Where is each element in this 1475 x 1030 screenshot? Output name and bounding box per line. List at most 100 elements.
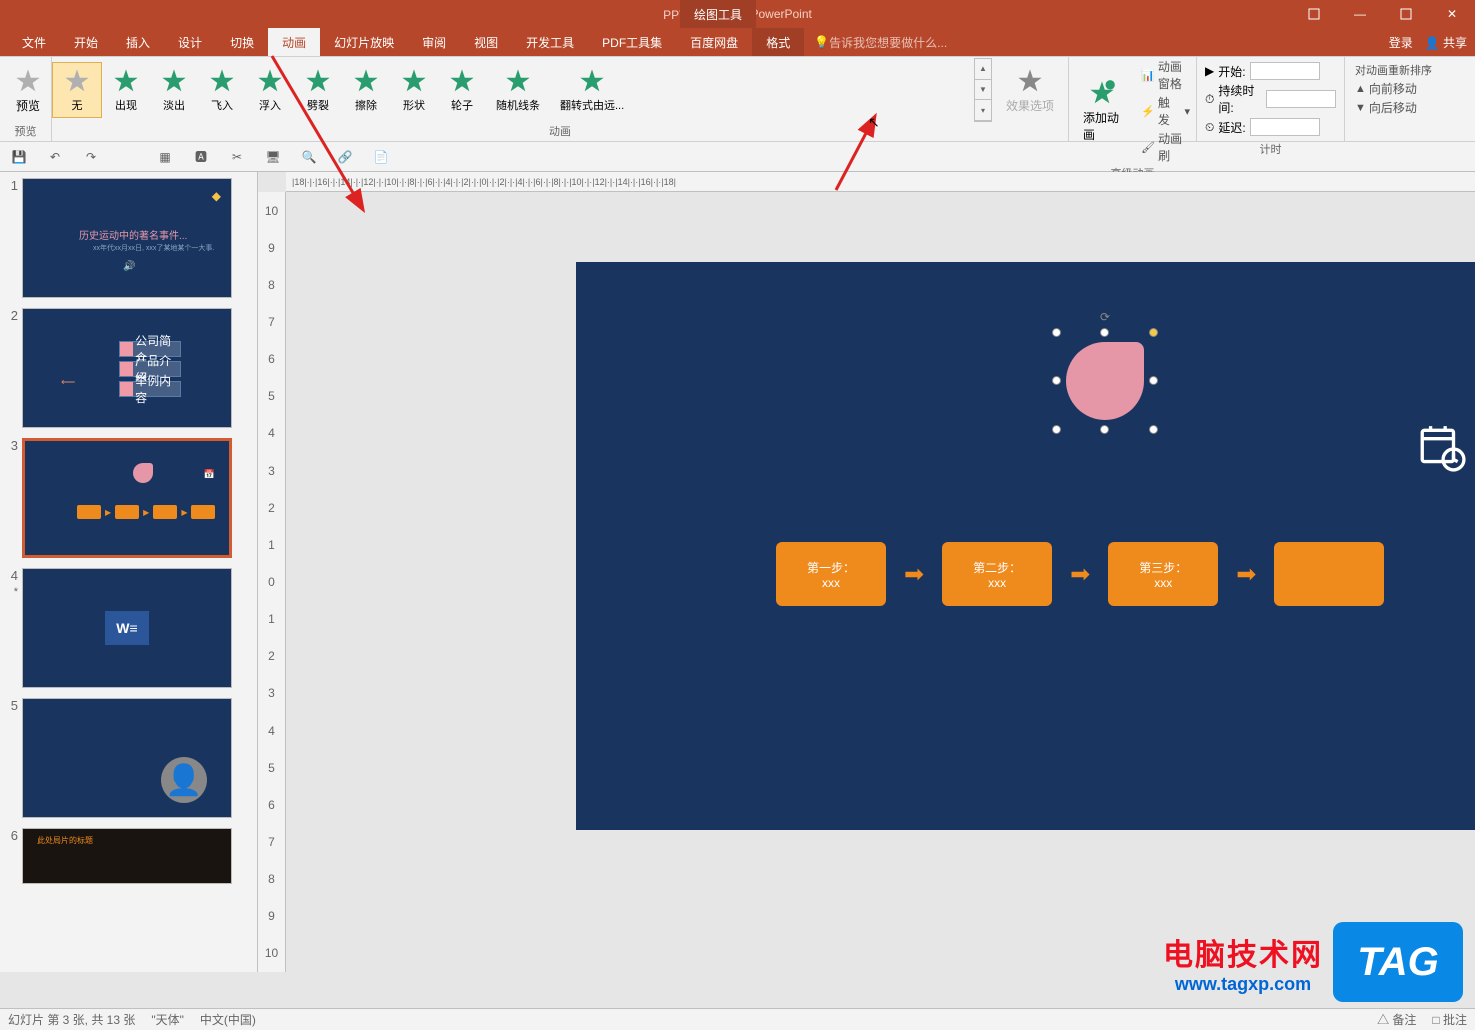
animation-painter-button[interactable]: 🖌 动画刷 <box>1135 129 1196 165</box>
undo-icon[interactable]: ↶ <box>46 148 64 166</box>
slide-thumb-3[interactable]: 📅▶▶▶ <box>22 438 232 558</box>
new-slide-icon[interactable]: ▦ <box>156 148 174 166</box>
login-link[interactable]: 登录 <box>1389 34 1413 51</box>
anim-9[interactable]: 随机线条 <box>486 63 550 117</box>
slide-thumb-5[interactable]: 👤 <box>22 698 232 818</box>
sel-handle[interactable] <box>1149 376 1158 385</box>
notes-button[interactable]: △ 备注 <box>1377 1011 1416 1028</box>
textbox-icon[interactable]: 🅰 <box>192 148 210 166</box>
slide-num: 2 <box>4 308 22 428</box>
tab-view[interactable]: 视图 <box>460 28 512 56</box>
trigger-button[interactable]: ⚡ 触发 ▾ <box>1135 93 1196 129</box>
comments-button[interactable]: □ 批注 <box>1432 1011 1467 1028</box>
status-lang[interactable]: 中文(中国) <box>200 1011 256 1028</box>
preview-button[interactable]: 预览 <box>0 63 56 118</box>
sel-handle[interactable] <box>1149 425 1158 434</box>
insert-icon[interactable]: 📄 <box>372 148 390 166</box>
tab-dev[interactable]: 开发工具 <box>512 28 588 56</box>
arrow-right-icon: ➡ <box>1236 560 1256 589</box>
sel-handle[interactable] <box>1052 376 1061 385</box>
step-box-0[interactable]: 第一步：xxx <box>776 542 886 606</box>
anim-2[interactable]: 淡出 <box>150 63 198 117</box>
tab-format[interactable]: 格式 <box>752 28 804 56</box>
slide-thumb-6[interactable]: 此处局片的标题 <box>22 828 232 884</box>
cursor-icon: ↖ <box>868 114 880 131</box>
tab-pdf[interactable]: PDF工具集 <box>588 28 676 56</box>
anim-4[interactable]: 浮入 <box>246 63 294 117</box>
anim-3[interactable]: 飞入 <box>198 63 246 117</box>
rotate-handle-icon[interactable]: ⟳ <box>1100 310 1110 324</box>
sel-handle[interactable] <box>1100 328 1109 337</box>
selected-shape[interactable]: ⟳ <box>1056 332 1154 430</box>
anim-0[interactable]: 无 <box>52 62 102 118</box>
slide-thumb-2[interactable]: 公司简介产品介绍举例内容⟵ <box>22 308 232 428</box>
slide-editor[interactable]: |18|·|·|16|·|·|14|·|·|12|·|·|10|·|·|8|·|… <box>258 172 1475 972</box>
step-box-3[interactable] <box>1274 542 1384 606</box>
sel-handle-adjust[interactable] <box>1149 328 1158 337</box>
find-icon[interactable]: 🔍 <box>300 148 318 166</box>
tab-baidu[interactable]: 百度网盘 <box>676 28 752 56</box>
slide-canvas[interactable]: ⟳ 第一步：xxx➡第二步：xxx➡第三步：xxx➡ <box>576 262 1475 830</box>
move-earlier-button[interactable]: ▲ 向前移动 <box>1349 79 1423 98</box>
anim-6[interactable]: 擦除 <box>342 63 390 117</box>
scroll-up-icon[interactable]: ▲ <box>975 59 991 80</box>
step-box-1[interactable]: 第二步：xxx <box>942 542 1052 606</box>
slide-num: 4* <box>4 568 22 688</box>
bulb-icon: 💡 <box>814 35 829 49</box>
present-icon[interactable]: 🖥 <box>264 148 282 166</box>
gallery-more-icon[interactable]: ▾ <box>975 100 991 121</box>
animation-pane-button[interactable]: 📊 动画窗格 <box>1135 57 1196 93</box>
move-later-button[interactable]: ▼ 向后移动 <box>1349 98 1423 117</box>
link-icon[interactable]: 🔗 <box>336 148 354 166</box>
delay-label: 延迟: <box>1218 119 1245 136</box>
tab-animation[interactable]: 动画 <box>268 28 320 56</box>
duration-input[interactable] <box>1266 90 1336 108</box>
redo-icon[interactable]: ↷ <box>82 148 100 166</box>
slide-num: 3 <box>4 438 22 558</box>
scroll-down-icon[interactable]: ▼ <box>975 80 991 101</box>
tab-insert[interactable]: 插入 <box>112 28 164 56</box>
ribbon-display-options[interactable] <box>1291 0 1337 28</box>
slide-thumb-1[interactable]: ◆历史运动中的著名事件...xx年代xx月xx日, xxx了某地某个一大事.🔊 <box>22 178 232 298</box>
anim-5[interactable]: 劈裂 <box>294 63 342 117</box>
crop-icon[interactable]: ✂ <box>228 148 246 166</box>
step-box-2[interactable]: 第三步：xxx <box>1108 542 1218 606</box>
anim-10[interactable]: 翻转式由远... <box>550 63 634 117</box>
tab-design[interactable]: 设计 <box>164 28 216 56</box>
teardrop-shape[interactable] <box>1066 342 1144 420</box>
tell-me-search[interactable]: 💡 告诉我您想要做什么... <box>814 34 947 51</box>
sel-handle[interactable] <box>1100 425 1109 434</box>
close-button[interactable]: ✕ <box>1429 0 1475 28</box>
tab-review[interactable]: 审阅 <box>408 28 460 56</box>
slide-panel[interactable]: 1◆历史运动中的著名事件...xx年代xx月xx日, xxx了某地某个一大事.🔊… <box>0 172 258 972</box>
save-icon[interactable]: 💾 <box>10 148 28 166</box>
sel-handle[interactable] <box>1052 425 1061 434</box>
start-label: 开始: <box>1218 63 1245 80</box>
calendar-clock-icon <box>1416 422 1466 475</box>
maximize-button[interactable] <box>1383 0 1429 28</box>
slide-num: 1 <box>4 178 22 298</box>
gallery-scroll[interactable]: ▲ ▼ ▾ <box>974 58 992 122</box>
duration-label: 持续时间: <box>1218 82 1262 116</box>
tab-home[interactable]: 开始 <box>60 28 112 56</box>
anim-7[interactable]: 形状 <box>390 63 438 117</box>
tab-slideshow[interactable]: 幻灯片放映 <box>320 28 408 56</box>
work-area: 1◆历史运动中的著名事件...xx年代xx月xx日, xxx了某地某个一大事.🔊… <box>0 172 1475 972</box>
minimize-button[interactable]: — <box>1337 0 1383 28</box>
titlebar: PPT教程2.pptx - PowerPoint 绘图工具 — ✕ <box>0 0 1475 28</box>
delay-input[interactable] <box>1250 118 1320 136</box>
anim-8[interactable]: 轮子 <box>438 63 486 117</box>
anim-1[interactable]: 出现 <box>102 63 150 117</box>
slide-thumb-4[interactable]: W≡ <box>22 568 232 688</box>
effect-options-button[interactable]: 效果选项 <box>992 63 1068 118</box>
animation-gallery[interactable]: 无出现淡出飞入浮入劈裂擦除形状轮子随机线条翻转式由远... <box>52 62 974 118</box>
start-input[interactable] <box>1250 62 1320 80</box>
reorder-label: 对动画重新排序 <box>1349 61 1438 79</box>
ribbon: 预览 预览 无出现淡出飞入浮入劈裂擦除形状轮子随机线条翻转式由远... ▲ ▼ … <box>0 56 1475 142</box>
tab-file[interactable]: 文件 <box>8 28 60 56</box>
sel-handle[interactable] <box>1052 328 1061 337</box>
share-button[interactable]: 👤 共享 <box>1425 34 1467 51</box>
add-animation-button[interactable]: 添加动画 <box>1069 75 1135 147</box>
arrow-right-icon: ➡ <box>904 560 924 589</box>
tab-transition[interactable]: 切换 <box>216 28 268 56</box>
